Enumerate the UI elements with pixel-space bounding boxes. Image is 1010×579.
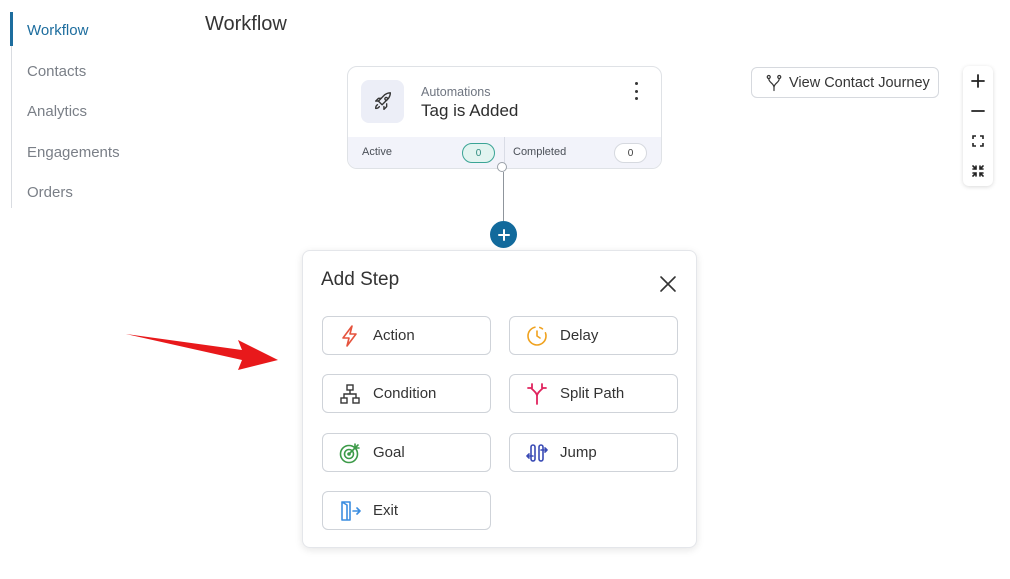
plus-icon	[497, 228, 510, 241]
target-icon	[339, 442, 361, 464]
zoom-out-button[interactable]	[963, 96, 993, 126]
rocket-icon	[361, 80, 404, 123]
trigger-card[interactable]: Automations Tag is Added Active 0 Comple…	[347, 66, 662, 169]
collapse-icon	[972, 165, 984, 177]
split-path-step-button[interactable]: Split Path	[509, 374, 678, 413]
sidebar-item-contacts[interactable]: Contacts	[27, 63, 86, 80]
sidebar-active-indicator	[10, 12, 13, 46]
add-step-title: Add Step	[321, 269, 400, 290]
jump-step-button[interactable]: Jump	[509, 433, 678, 472]
plus-icon	[971, 74, 985, 88]
split-path-step-label: Split Path	[560, 385, 625, 402]
sidebar-item-analytics[interactable]: Analytics	[27, 103, 87, 120]
view-contact-journey-button[interactable]: View Contact Journey	[751, 67, 939, 98]
fit-view-icon	[972, 135, 984, 147]
split-icon	[526, 382, 548, 405]
jump-step-label: Jump	[560, 444, 597, 461]
close-icon[interactable]	[657, 273, 679, 295]
bolt-icon	[339, 324, 361, 347]
trigger-title: Tag is Added	[421, 101, 519, 120]
fit-view-button[interactable]	[963, 126, 993, 156]
exit-step-label: Exit	[373, 502, 399, 519]
goal-step-label: Goal	[373, 444, 405, 461]
goal-step-button[interactable]: Goal	[322, 433, 491, 472]
trigger-category: Automations	[421, 85, 491, 99]
minus-icon	[971, 110, 985, 112]
connector-line	[503, 172, 504, 221]
add-step-panel: Add Step Action Delay Condition Split Pa…	[302, 250, 697, 548]
completed-count-badge: 0	[614, 143, 647, 163]
branch-icon	[765, 74, 783, 92]
more-options-icon[interactable]	[629, 82, 643, 100]
annotation-arrow	[126, 334, 278, 370]
action-step-button[interactable]: Action	[322, 316, 491, 355]
delay-step-button[interactable]: Delay	[509, 316, 678, 355]
jump-icon	[526, 442, 548, 464]
connector-handle[interactable]	[497, 162, 507, 172]
completed-label: Completed	[513, 146, 567, 158]
action-step-label: Action	[373, 327, 415, 344]
active-label: Active	[362, 146, 392, 158]
sidebar-item-orders[interactable]: Orders	[27, 184, 73, 201]
clock-icon	[526, 325, 548, 347]
fullscreen-button[interactable]	[963, 156, 993, 186]
hierarchy-icon	[339, 383, 361, 405]
add-step-button[interactable]	[490, 221, 517, 248]
sidebar-item-workflow[interactable]: Workflow	[27, 22, 88, 39]
sidebar: Workflow Contacts Analytics Engagements …	[10, 12, 172, 208]
exit-step-button[interactable]: Exit	[322, 491, 491, 530]
delay-step-label: Delay	[560, 327, 599, 344]
page-title: Workflow	[205, 13, 287, 35]
condition-step-label: Condition	[373, 385, 437, 402]
zoom-controls	[963, 66, 993, 186]
view-contact-journey-label: View Contact Journey	[789, 74, 930, 91]
zoom-in-button[interactable]	[963, 66, 993, 96]
sidebar-item-engagements[interactable]: Engagements	[27, 144, 120, 161]
active-count-badge: 0	[462, 143, 495, 163]
condition-step-button[interactable]: Condition	[322, 374, 491, 413]
exit-icon	[339, 500, 361, 522]
